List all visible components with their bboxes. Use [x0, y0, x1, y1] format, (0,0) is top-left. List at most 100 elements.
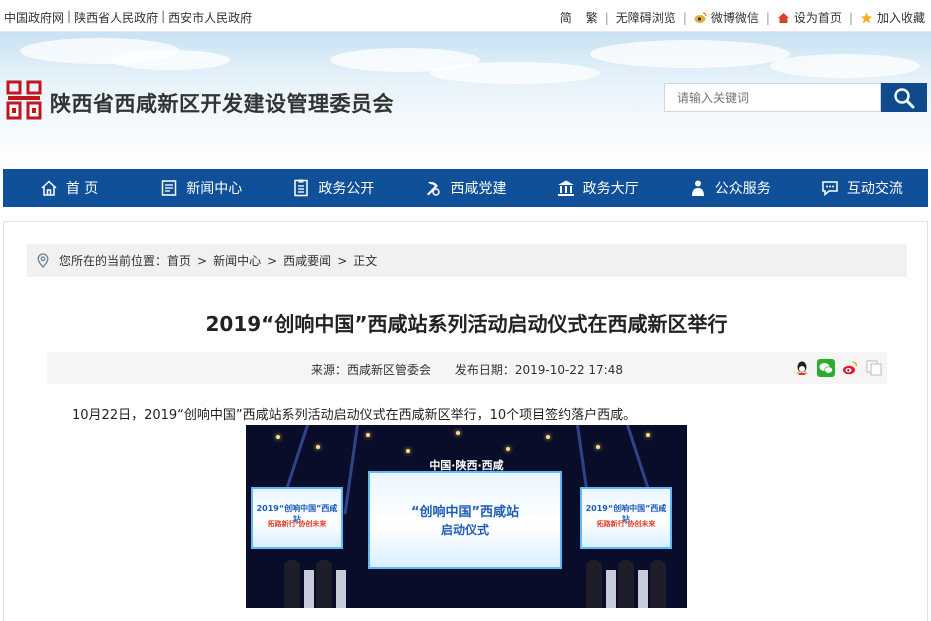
share-copy-button[interactable]	[865, 359, 883, 377]
divider: |	[67, 9, 72, 23]
nav-item-home[interactable]: 首 页	[3, 169, 135, 207]
guest-figure	[618, 560, 634, 608]
nav-item-interaction[interactable]: 互动交流	[796, 169, 928, 207]
traditional-chinese-link[interactable]: 繁	[586, 9, 598, 26]
link-shaanxi-gov[interactable]: 陕西省人民政府	[74, 9, 158, 26]
link-gov-cn[interactable]: 中国政府网	[4, 9, 64, 26]
nav-item-government-affairs[interactable]: 政务公开	[267, 169, 399, 207]
home-icon	[777, 12, 789, 23]
guest-figure	[586, 560, 602, 608]
share-qq-button[interactable]	[793, 359, 811, 377]
stage-light	[316, 445, 320, 449]
main-screen-title: “创响中国”西咸站	[410, 505, 520, 520]
breadcrumb-current: 正文	[353, 254, 378, 268]
people-service-icon	[691, 180, 704, 196]
home-icon	[41, 180, 57, 196]
search-icon	[894, 87, 915, 108]
simplified-chinese-link[interactable]: 简	[560, 9, 572, 26]
main-screen-subtitle: 启动仪式	[440, 523, 489, 537]
nav-item-news-center[interactable]: 新闻中心	[135, 169, 267, 207]
chat-icon	[822, 181, 838, 197]
stage-light	[546, 435, 550, 439]
article-lead-paragraph: 10月22日，2019“创响中国”西咸站系列活动启动仪式在西咸新区举行，10个项…	[72, 408, 637, 423]
external-links: 中国政府网 | 陕西省人民政府 | 西安市人民政府	[4, 9, 252, 26]
article-meta: 来源：西咸新区管委会 发布日期：2019-10-22 17:48	[47, 352, 887, 384]
stage-light	[276, 435, 280, 439]
set-homepage-link[interactable]: 设为首页	[777, 9, 842, 26]
nav-item-party-building[interactable]: 西咸党建	[399, 169, 531, 207]
site-header: 陕西省西咸新区开发建设管理委员会	[0, 32, 931, 168]
breadcrumb-prefix: 您所在的当前位置：	[59, 254, 168, 268]
cloud-decoration	[590, 40, 790, 68]
nav-label: 互动交流	[846, 181, 903, 197]
stage-light	[456, 431, 460, 435]
meta-info: 来源：西咸新区管委会 发布日期：2019-10-22 17:48	[47, 361, 887, 378]
breadcrumb: 您所在的当前位置： 首页 > 新闻中心 > 西咸要闻 > 正文	[27, 244, 907, 277]
nav-label: 首 页	[65, 181, 99, 197]
stage-light	[406, 449, 410, 453]
stage-light	[366, 433, 370, 437]
weibo-weixin-label: 微博微信	[710, 11, 759, 25]
cloud-decoration	[430, 62, 600, 84]
weibo-icon	[841, 359, 859, 377]
location-pin-icon	[37, 253, 49, 268]
share-buttons	[793, 359, 883, 377]
podium	[638, 570, 648, 608]
news-icon	[161, 180, 177, 196]
wechat-icon	[817, 359, 835, 377]
government-hall-icon	[557, 180, 574, 196]
copy-icon	[866, 360, 882, 376]
search-input[interactable]	[664, 83, 881, 112]
podium	[304, 570, 314, 608]
guest-figure	[316, 560, 332, 608]
cloud-decoration	[770, 54, 920, 78]
divider: |	[765, 10, 770, 25]
document-icon	[294, 179, 309, 197]
main-navigation: 首 页 新闻中心 政务公开 西咸党建 政务大厅 公众服务 互动交流	[3, 169, 928, 207]
breadcrumb-news-center[interactable]: 新闻中心	[213, 252, 261, 269]
side-screen-slogan: 拓路新行·协创未来	[596, 520, 656, 528]
share-weibo-button[interactable]	[841, 359, 859, 377]
add-favorite-link[interactable]: 加入收藏	[860, 9, 925, 26]
nav-label: 西咸党建	[450, 181, 507, 197]
nav-item-public-service[interactable]: 公众服务	[664, 169, 796, 207]
divider: |	[848, 10, 853, 25]
share-wechat-button[interactable]	[817, 359, 835, 377]
breadcrumb-separator: >	[197, 253, 208, 268]
guest-figure	[284, 560, 300, 608]
weibo-weixin-link[interactable]: 微博微信	[694, 9, 759, 26]
main-screen: “创响中国”西咸站 启动仪式	[368, 471, 562, 569]
article-source: 来源：西咸新区管委会	[311, 363, 432, 377]
podium	[336, 570, 346, 608]
article-title: 2019“创响中国”西咸站系列活动启动仪式在西咸新区举行	[205, 312, 728, 336]
star-icon	[860, 12, 873, 23]
nav-label: 政务公开	[318, 181, 375, 197]
divider: |	[161, 9, 166, 23]
stage-light	[506, 447, 510, 451]
accessibility-link[interactable]: 无障碍浏览	[616, 9, 676, 26]
link-xian-gov[interactable]: 西安市人民政府	[168, 9, 252, 26]
breadcrumb-separator: >	[267, 253, 278, 268]
site-title: 陕西省西咸新区开发建设管理委员会	[50, 92, 394, 116]
article-date: 发布日期：2019-10-22 17:48	[454, 363, 623, 377]
divider: |	[604, 10, 609, 25]
guest-figure	[650, 560, 666, 608]
nav-label: 新闻中心	[186, 181, 243, 197]
side-screen-slogan: 拓路新行·协创未来	[267, 520, 327, 528]
set-homepage-label: 设为首页	[793, 11, 842, 25]
party-emblem-icon	[427, 181, 441, 196]
side-screen-left: 2019“创响中国”西咸站 拓路新行·协创未来	[251, 487, 343, 549]
event-photo: 中国·陕西·西咸 2019“创响中国”西咸站 拓路新行·协创未来 “创响中国”西…	[246, 425, 687, 608]
qq-icon	[793, 359, 811, 377]
nav-label: 公众服务	[714, 181, 771, 197]
top-utility-bar: 中国政府网 | 陕西省人民政府 | 西安市人民政府 简 繁 | 无障碍浏览 | …	[0, 0, 931, 32]
article-container: 您所在的当前位置： 首页 > 新闻中心 > 西咸要闻 > 正文 2019“创响中…	[3, 221, 928, 621]
breadcrumb-xixian-news[interactable]: 西咸要闻	[283, 252, 331, 269]
xixian-logo-icon	[6, 80, 42, 120]
weibo-icon	[694, 11, 707, 23]
utility-links: 简 繁 | 无障碍浏览 | 微博微信 | 设为首页 | 加入收藏	[560, 9, 925, 26]
nav-item-service-hall[interactable]: 政务大厅	[532, 169, 664, 207]
search-button[interactable]	[881, 83, 927, 112]
breadcrumb-home[interactable]: 首页	[167, 252, 191, 269]
nav-label: 政务大厅	[582, 181, 639, 197]
